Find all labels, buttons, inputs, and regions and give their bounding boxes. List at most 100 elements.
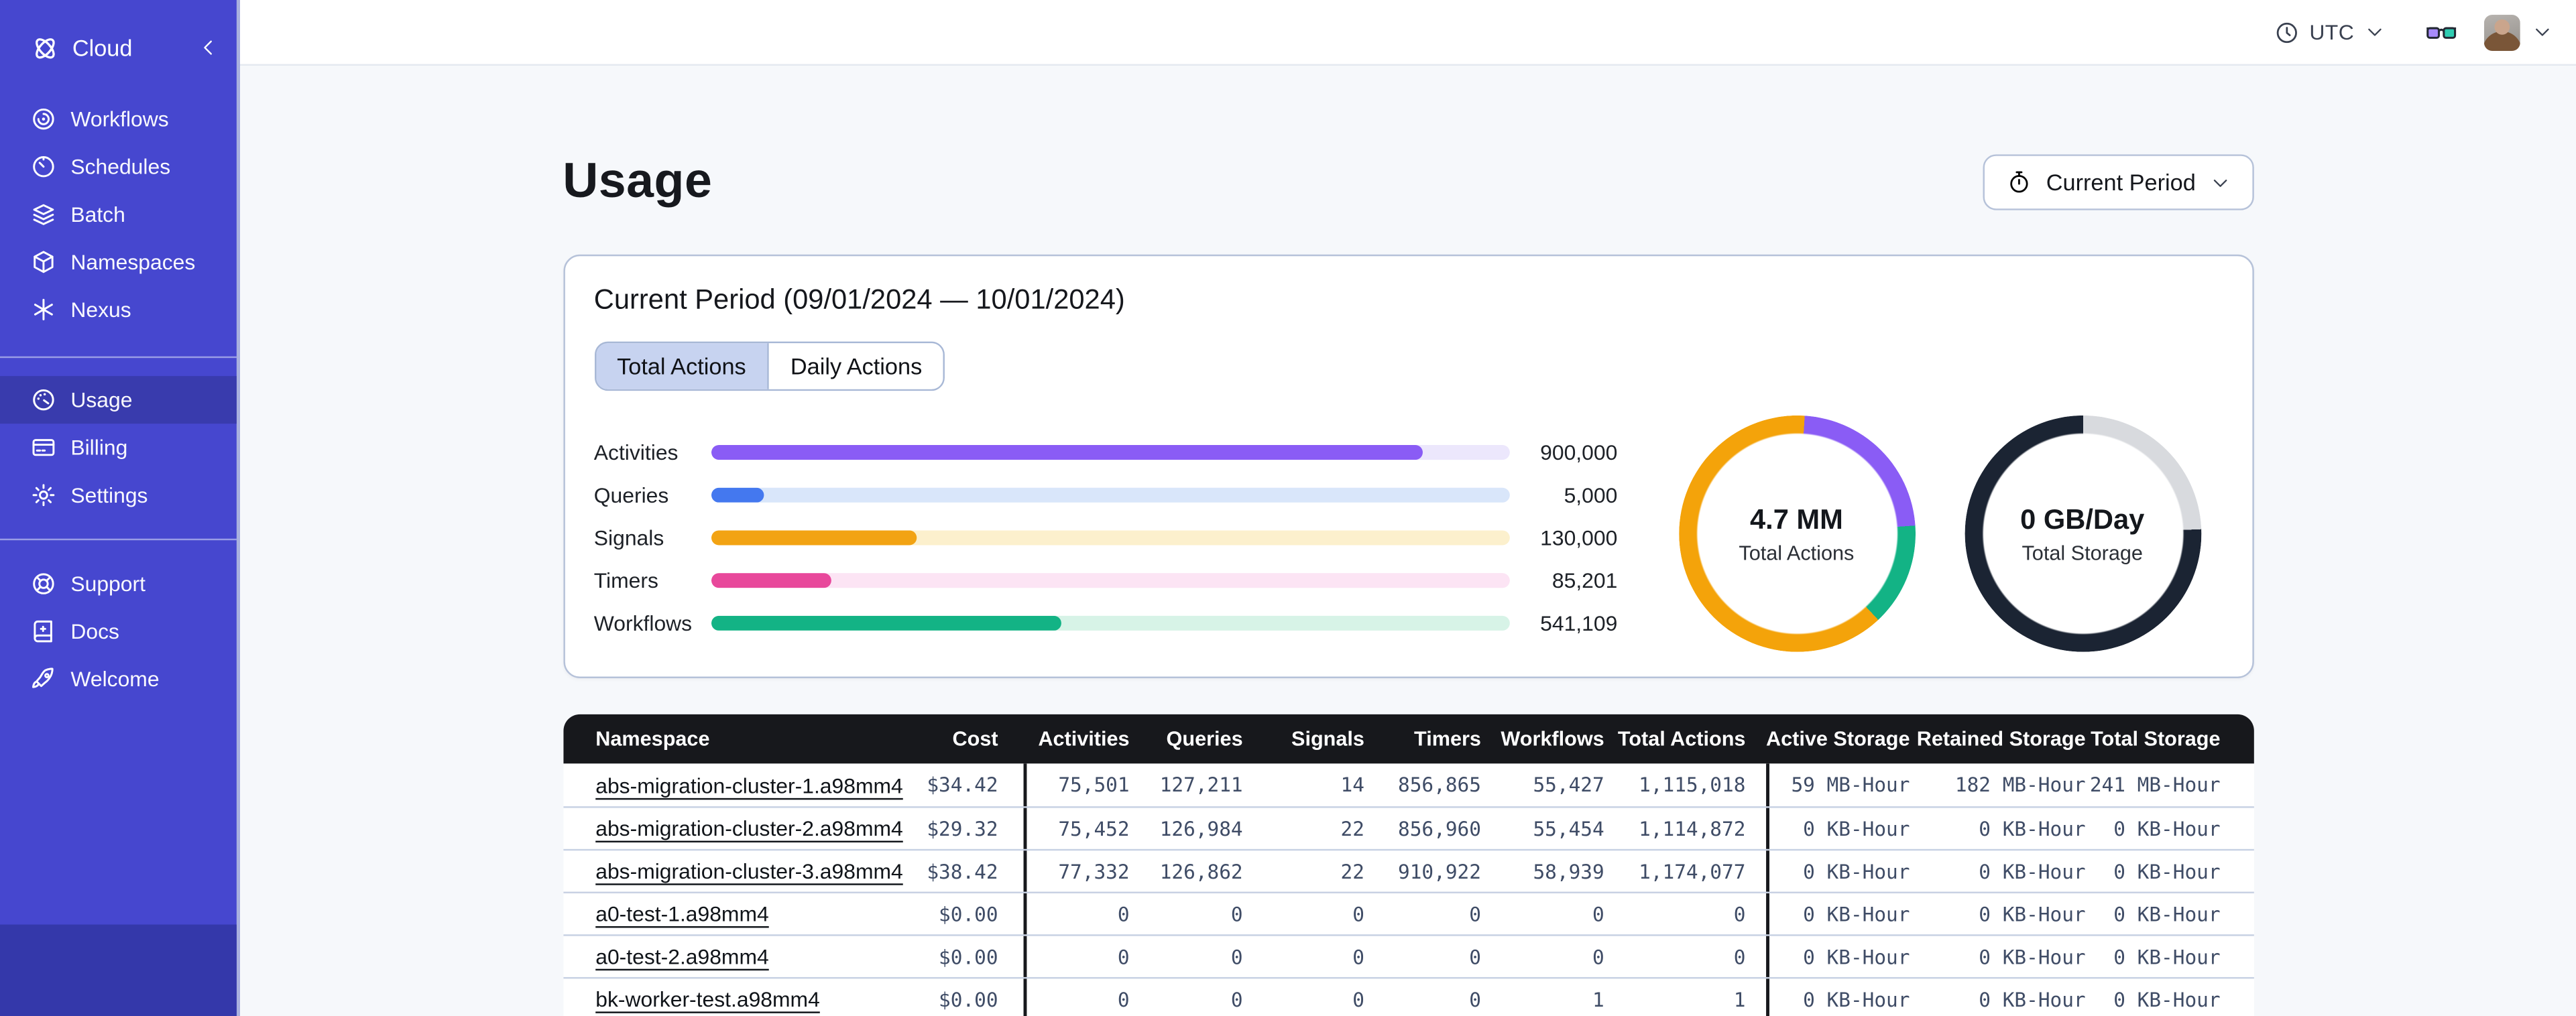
period-selector-button[interactable]: Current Period — [1983, 154, 2253, 210]
namespace-link[interactable]: bk-worker-test.a98mm4 — [595, 987, 820, 1012]
cell-activities: 75,452 — [1022, 808, 1132, 849]
sidebar-item-usage[interactable]: Usage — [0, 376, 237, 424]
namespace-link[interactable]: abs-migration-cluster-2.a98mm4 — [595, 816, 903, 841]
column-header-signals: Signals — [1291, 727, 1364, 751]
cell-timers: 0 — [1469, 902, 1481, 926]
table-row: abs-migration-cluster-3.a98mm4 $38.42 77,3… — [563, 848, 2253, 892]
bar-track — [710, 615, 1509, 630]
batch-icon — [30, 200, 58, 229]
namespace-link[interactable]: a0-test-2.a98mm4 — [595, 944, 769, 969]
cell-active_storage: 0 KB-Hour — [1765, 808, 1914, 849]
page-header: Usage Current Period — [563, 153, 2253, 212]
bar-label: Signals — [593, 524, 664, 550]
temporal-logo-icon — [30, 32, 61, 64]
cell-timers: 856,960 — [1398, 817, 1481, 840]
cell-activities: 0 — [1022, 978, 1132, 1016]
sidebar-item-welcome[interactable]: Welcome — [0, 655, 237, 703]
user-avatar[interactable] — [2483, 13, 2520, 50]
cell-active_storage: 0 KB-Hour — [1765, 936, 1914, 977]
bar-fill — [710, 572, 832, 587]
cell-signals: 22 — [1340, 817, 1364, 840]
column-header-total_storage: Total Storage — [2091, 727, 2221, 751]
cell-cost: $0.00 — [939, 945, 998, 968]
cell-cost: $34.42 — [927, 773, 998, 797]
bar-value: 85,201 — [1552, 567, 1618, 592]
sidebar-item-label: Batch — [70, 202, 125, 227]
bar-fill — [710, 529, 918, 545]
chevron-left-icon[interactable] — [197, 36, 220, 59]
bar-track — [710, 487, 1509, 502]
sidebar-item-workflows[interactable]: Workflows — [0, 95, 237, 143]
page-content: Usage Current Period Current Period (09/… — [563, 153, 2253, 1016]
support-icon — [30, 570, 58, 598]
sidebar-item-support[interactable]: Support — [0, 560, 237, 608]
cell-namespace: a0-test-2.a98mm4 — [563, 936, 886, 977]
stopwatch-icon — [2007, 169, 2033, 195]
welcome-icon — [30, 665, 58, 693]
bar-value: 541,109 — [1540, 610, 1618, 635]
namespace-link[interactable]: abs-migration-cluster-3.a98mm4 — [595, 859, 903, 884]
cell-queries: 0 — [1230, 945, 1243, 968]
settings-icon — [30, 481, 58, 509]
total-actions-donut: 4.7 MM Total Actions — [1678, 415, 1915, 652]
cell-total_storage: 0 KB-Hour — [2113, 902, 2221, 926]
sidebar-item-docs[interactable]: Docs — [0, 608, 237, 655]
bar-fill — [710, 487, 764, 502]
cell-activities: 0 — [1022, 893, 1132, 935]
namespace-link[interactable]: abs-migration-cluster-1.a98mm4 — [595, 773, 903, 798]
sidebar-item-billing[interactable]: Billing — [0, 424, 237, 471]
cell-total_actions: 0 — [1733, 902, 1746, 926]
column-header-workflows: Workflows — [1501, 727, 1604, 751]
bar-track — [710, 444, 1509, 459]
cell-timers: 856,865 — [1398, 773, 1481, 797]
tab-daily-actions[interactable]: Daily Actions — [769, 343, 944, 389]
cell-total_storage: 0 KB-Hour — [2113, 987, 2221, 1011]
bar-label: Activities — [593, 439, 679, 464]
column-header-cost: Cost — [952, 727, 998, 751]
cell-signals: 22 — [1340, 859, 1364, 883]
namespace-usage-table: Namespace Cost Activities Queries Signals Tim… — [563, 714, 2253, 1016]
timezone-selector[interactable]: UTC — [2273, 19, 2385, 45]
sidebar-item-nexus[interactable]: Nexus — [0, 285, 237, 333]
bar-label: Timers — [593, 567, 658, 592]
total-storage-donut: 0 GB/Day Total Storage — [1964, 415, 2201, 652]
bar-fill — [710, 444, 1424, 459]
cell-timers: 910,922 — [1398, 859, 1481, 883]
sidebar-item-settings[interactable]: Settings — [0, 471, 237, 519]
cell-total_actions: 1,174,077 — [1639, 859, 1746, 883]
cell-queries: 126,862 — [1159, 859, 1243, 883]
cell-retained_storage: 0 KB-Hour — [1979, 902, 2086, 926]
bar-label: Workflows — [593, 610, 693, 635]
table-row: abs-migration-cluster-1.a98mm4 $34.42 75,5… — [563, 763, 2253, 807]
cell-namespace: a0-test-1.a98mm4 — [563, 893, 886, 934]
bar-value: 130,000 — [1540, 524, 1618, 550]
account-menu-chevron-down-icon[interactable] — [2532, 21, 2553, 43]
page-title: Usage — [563, 154, 713, 209]
namespace-link[interactable]: a0-test-1.a98mm4 — [595, 901, 769, 926]
cell-cost: $0.00 — [939, 902, 998, 926]
column-header-queries: Queries — [1166, 727, 1243, 751]
cell-total_actions: 1 — [1733, 987, 1746, 1011]
temporal-cloud-usage-page: Cloud Workflows Schedules Batch Namespaces N… — [0, 0, 2576, 1016]
bar-label: Queries — [593, 482, 669, 507]
sidebar-item-label: Nexus — [70, 297, 131, 322]
cell-total_storage: 0 KB-Hour — [2113, 859, 2221, 883]
tab-total-actions[interactable]: Total Actions — [595, 343, 770, 389]
cell-workflows: 1 — [1592, 987, 1604, 1011]
sidebar-item-namespaces[interactable]: Namespaces — [0, 238, 237, 285]
column-header-retained_storage: Retained Storage — [1916, 727, 2086, 751]
cell-queries: 0 — [1230, 987, 1243, 1011]
chevron-down-icon — [2209, 172, 2230, 193]
cell-retained_storage: 182 MB-Hour — [1954, 773, 2086, 797]
sidebar-item-schedules[interactable]: Schedules — [0, 143, 237, 190]
sidebar-item-label: Docs — [70, 619, 119, 644]
cell-total_storage: 241 MB-Hour — [2089, 773, 2221, 797]
cell-active_storage: 0 KB-Hour — [1765, 850, 1914, 892]
glasses-icon[interactable] — [2425, 15, 2458, 48]
sidebar-item-batch[interactable]: Batch — [0, 190, 237, 238]
sidebar-bottom-panel — [0, 924, 237, 1016]
column-header-total_actions: Total Actions — [1617, 727, 1746, 751]
sidebar-header: Cloud — [0, 23, 237, 72]
cell-workflows: 55,454 — [1533, 817, 1604, 840]
cell-retained_storage: 0 KB-Hour — [1979, 987, 2086, 1011]
